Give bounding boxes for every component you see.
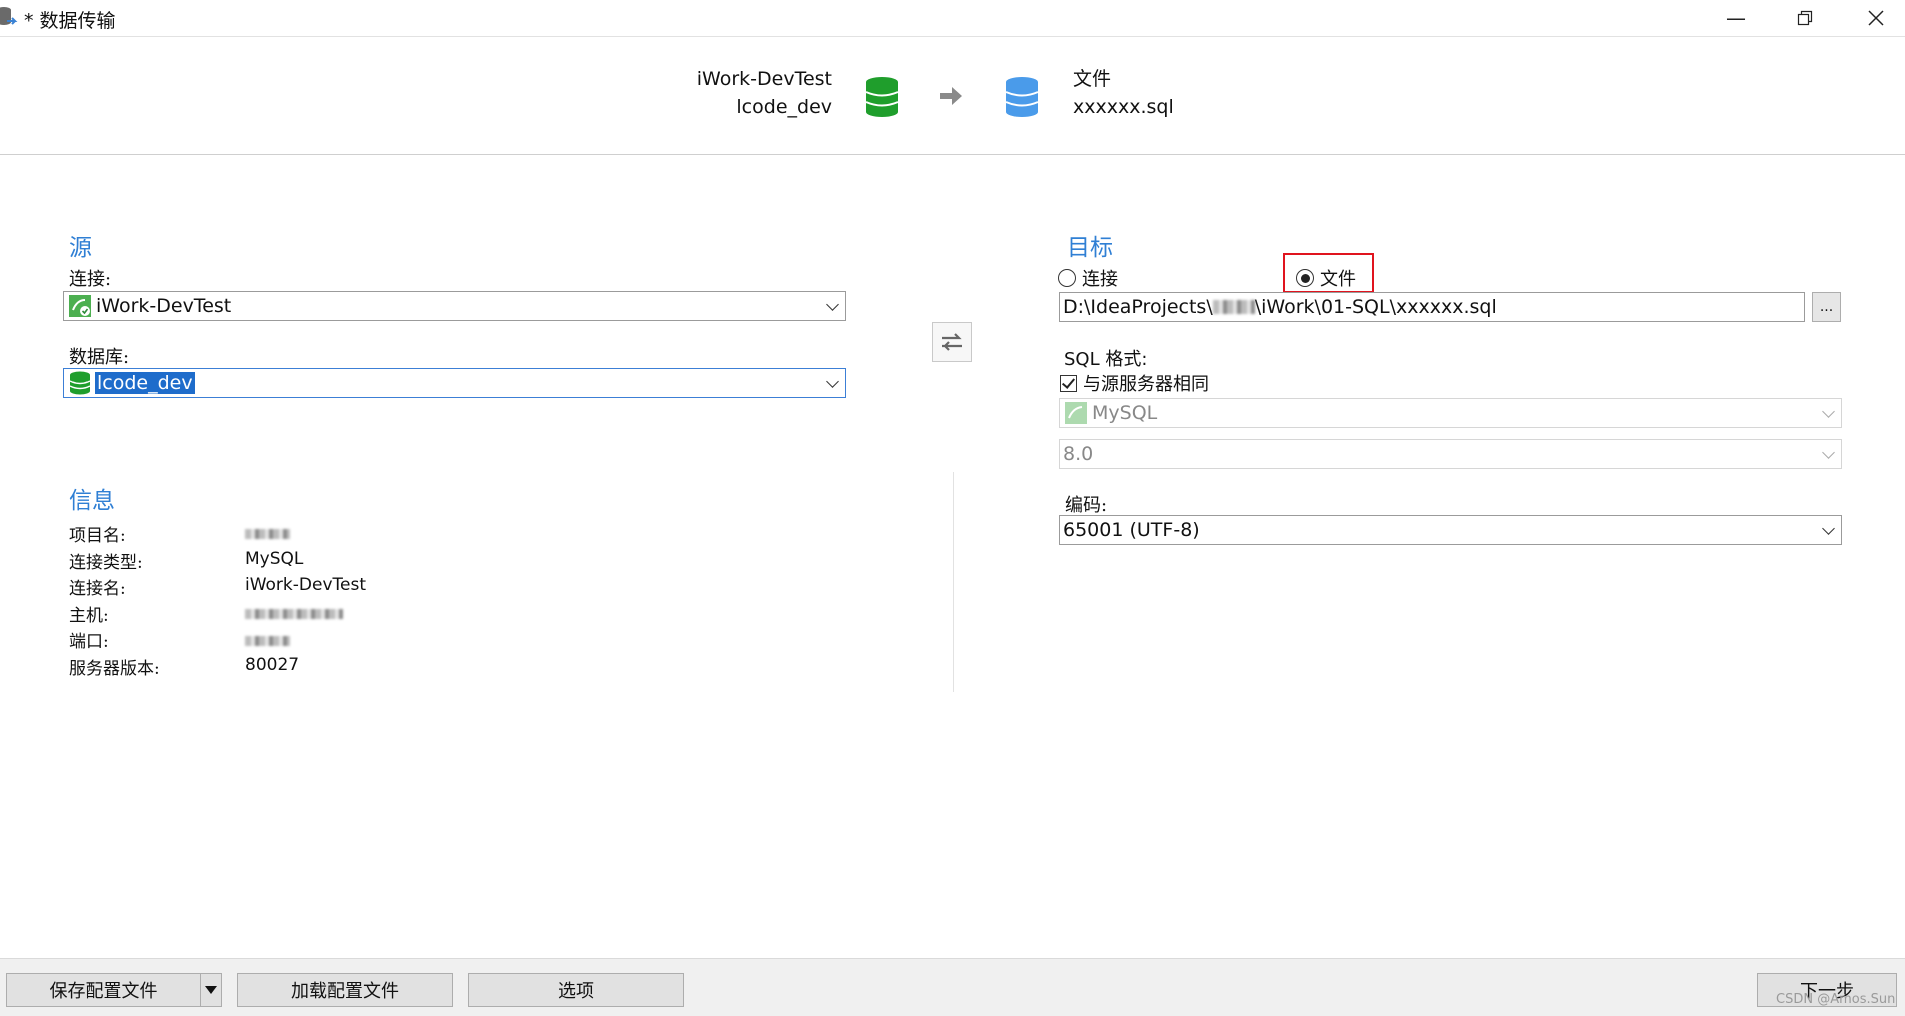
source-section-title: 源 [69, 235, 92, 261]
transfer-arrow-icon [940, 87, 962, 105]
minimize-button[interactable]: — [1706, 0, 1766, 36]
chevron-down-icon [826, 375, 839, 388]
section-divider [953, 472, 954, 692]
close-icon [1868, 10, 1884, 26]
same-as-source-checkbox[interactable]: 与源服务器相同 [1060, 370, 1209, 396]
info-label-connection-name: 连接名: [69, 579, 126, 599]
radio-selected-icon [1296, 269, 1314, 287]
options-button[interactable]: 选项 [468, 973, 684, 1007]
source-connection-value: iWork-DevTest [96, 295, 232, 317]
source-database-icon [865, 77, 899, 117]
target-file-radio-label: 文件 [1320, 269, 1356, 290]
chevron-down-icon [1822, 446, 1835, 459]
radio-unselected-icon [1058, 269, 1076, 287]
connection-label: 连接: [69, 269, 112, 290]
target-connection-radio-label: 连接 [1082, 269, 1118, 290]
header-target-type: 文件 [1073, 68, 1112, 90]
file-path-suffix: \iWork\01-SQL\xxxxxx.sql [1254, 296, 1497, 318]
window-title: * 数据传输 [24, 10, 116, 32]
info-value-server-version: 80027 [245, 655, 300, 675]
target-connection-radio[interactable]: 连接 [1058, 265, 1118, 291]
chevron-down-icon [1822, 405, 1835, 418]
info-label-connection-type: 连接类型: [69, 553, 143, 573]
server-type-value: MySQL [1092, 402, 1158, 424]
header-source-database: lcode_dev [736, 96, 832, 118]
browse-file-button[interactable]: ... [1812, 292, 1841, 322]
load-profile-button[interactable]: 加载配置文件 [237, 973, 453, 1007]
restore-icon [1797, 10, 1813, 26]
swap-arrows-icon [942, 333, 962, 351]
transfer-summary-header: iWork-DevTest lcode_dev 文件 xxxxxx.sql [0, 37, 1905, 155]
info-label-host: 主机: [69, 606, 109, 626]
target-file-path-input[interactable]: D:\IdeaProjects\ \iWork\01-SQL\xxxxxx.sq… [1059, 292, 1805, 322]
checkbox-checked-icon [1060, 374, 1077, 392]
triangle-down-icon [205, 986, 217, 994]
encoding-label: 编码: [1065, 495, 1108, 516]
header-source-connection: iWork-DevTest [696, 68, 832, 90]
sql-format-label: SQL 格式: [1064, 349, 1148, 370]
swap-source-target-button[interactable] [932, 322, 972, 362]
info-label-port: 端口: [69, 632, 109, 652]
database-transfer-icon [0, 7, 18, 25]
info-section-title: 信息 [69, 488, 115, 514]
info-value-connection-type: MySQL [245, 549, 304, 569]
target-file-database-icon [1005, 77, 1039, 117]
save-profile-dropdown-button[interactable] [200, 973, 222, 1007]
database-label: 数据库: [69, 347, 130, 368]
same-as-source-label: 与源服务器相同 [1083, 374, 1209, 395]
file-path-prefix: D:\IdeaProjects\ [1063, 296, 1213, 318]
database-icon [69, 371, 91, 395]
target-file-radio[interactable]: 文件 [1296, 265, 1356, 291]
footer-bar: 保存配置文件 加载配置文件 选项 下一步 CSDN @Amos.Sun [0, 958, 1905, 1016]
server-version-value: 8.0 [1063, 443, 1094, 465]
mysql-connection-icon [69, 295, 91, 317]
redacted-host [245, 609, 343, 619]
chevron-down-icon [1822, 522, 1835, 535]
minimize-icon: — [1726, 6, 1746, 30]
save-profile-button[interactable]: 保存配置文件 [6, 973, 201, 1007]
close-button[interactable] [1846, 0, 1905, 36]
redacted-port [245, 636, 290, 646]
title-bar: * 数据传输 — [0, 0, 1905, 37]
header-target-file: xxxxxx.sql [1073, 96, 1174, 118]
info-label-project: 项目名: [69, 526, 126, 546]
source-database-select[interactable]: lcode_dev [63, 368, 846, 398]
redacted-path-segment [1212, 300, 1255, 314]
server-type-select[interactable]: MySQL [1059, 398, 1842, 428]
info-value-connection-name: iWork-DevTest [245, 575, 366, 595]
mysql-icon [1065, 402, 1087, 424]
restore-button[interactable] [1775, 0, 1835, 36]
target-section-title: 目标 [1067, 235, 1113, 261]
watermark: CSDN @Amos.Sun [1776, 992, 1896, 1007]
info-label-server-version: 服务器版本: [69, 659, 160, 679]
server-version-select[interactable]: 8.0 [1059, 439, 1842, 469]
chevron-down-icon [826, 298, 839, 311]
redacted-project-name [245, 529, 290, 539]
source-connection-select[interactable]: iWork-DevTest [63, 291, 846, 321]
source-database-value: lcode_dev [95, 372, 195, 394]
encoding-select[interactable]: 65001 (UTF-8) [1059, 515, 1842, 545]
encoding-value: 65001 (UTF-8) [1063, 519, 1200, 541]
